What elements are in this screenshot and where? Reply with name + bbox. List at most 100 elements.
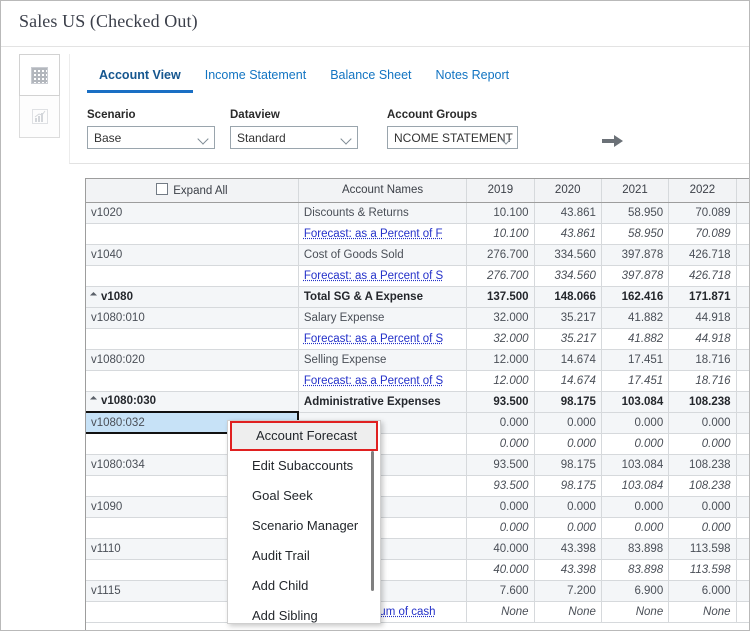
cell-value[interactable]: 113.598: [668, 559, 737, 581]
cell-value[interactable]: 113.598: [668, 538, 737, 560]
table-row[interactable]: v10900.0000.0000.0000.0000.0000.0000.000…: [86, 496, 749, 518]
cell-value[interactable]: 83.898: [601, 538, 670, 560]
cell-value[interactable]: 103.084: [601, 475, 670, 497]
cell-value[interactable]: 334.560: [534, 244, 602, 266]
table-row[interactable]: v1080:034 93.50098.175103.084108.2380.000…: [86, 454, 749, 476]
row-code-empty[interactable]: [86, 370, 299, 392]
account-grid[interactable]: Expand All Account Names 2019 2020 2021 …: [85, 178, 749, 630]
table-row[interactable]: v1080:020 Selling Expense 12.000 14.674 17.4…: [86, 349, 749, 371]
collapse-triangle-icon[interactable]: [89, 396, 98, 404]
table-row[interactable]: v111040.00043.39883.898113.598143.298146…: [86, 538, 749, 560]
cell-value[interactable]: 0.000: [736, 433, 749, 455]
apply-filters-button[interactable]: [601, 133, 625, 149]
cell-value[interactable]: 6.900: [601, 580, 670, 602]
cell-value[interactable]: 17.451: [601, 370, 670, 392]
cell-value[interactable]: 35.217: [534, 328, 602, 350]
row-account-code[interactable]: v1080:010: [86, 307, 299, 329]
cell-value[interactable]: 0.000: [736, 454, 749, 476]
forecast-link-text[interactable]: Forecast: as a Percent of S: [304, 375, 443, 387]
row-code-empty[interactable]: [86, 328, 299, 350]
cell-value[interactable]: 6.000: [668, 580, 737, 602]
cell-value[interactable]: 98.175: [534, 475, 602, 497]
cell-value[interactable]: 70.089: [668, 223, 737, 245]
cell-value[interactable]: None: [466, 601, 535, 623]
context-menu-item[interactable]: Goal Seek: [228, 481, 380, 511]
cell-value[interactable]: 41.882: [601, 328, 670, 350]
cell-value[interactable]: 40.000: [466, 559, 535, 581]
cell-value[interactable]: None: [601, 601, 670, 623]
context-menu-item[interactable]: Edit Subaccounts: [228, 451, 380, 481]
cell-value[interactable]: 40.000: [466, 538, 535, 560]
table-row[interactable]: v1080:030 Administrative Expenses 93.500 98…: [86, 391, 749, 413]
cell-value[interactable]: 57.000: [736, 265, 749, 287]
year-header-2019[interactable]: 2019: [466, 179, 535, 203]
cell-value[interactable]: 14.674: [534, 349, 602, 371]
cell-value[interactable]: 334.560: [534, 265, 602, 287]
cell-value[interactable]: 6.000: [736, 580, 749, 602]
cell-value[interactable]: 276.700: [466, 244, 535, 266]
cell-value[interactable]: 397.878: [601, 244, 670, 266]
cell-value[interactable]: 0.000: [736, 475, 749, 497]
table-row[interactable]: Forecast: :as sum of cashNoneNoneNoneNon…: [86, 601, 749, 623]
row-account-code[interactable]: v1080:030: [86, 391, 299, 413]
year-header-2020[interactable]: 2020: [534, 179, 602, 203]
cell-value[interactable]: None: [534, 601, 602, 623]
cell-value[interactable]: 0.000: [668, 412, 737, 434]
table-row[interactable]: v1080:0320.0000.0000.0000.0000.0000.0000…: [86, 411, 749, 434]
cell-value[interactable]: 103.084: [601, 391, 670, 413]
cell-value[interactable]: 19.670: [736, 349, 749, 371]
cell-value[interactable]: 7.200: [534, 580, 602, 602]
table-row[interactable]: Forecast: as a Percent of S 32.000 35.217 4…: [86, 328, 749, 350]
cell-value[interactable]: 0.000: [668, 433, 737, 455]
table-row[interactable]: Forecast: as a Percent of S 276.700 334.56…: [86, 265, 749, 287]
cell-value[interactable]: 108.238: [668, 475, 737, 497]
cell-value[interactable]: 98.175: [534, 454, 602, 476]
row-code-empty[interactable]: [86, 223, 299, 245]
year-header-2022[interactable]: 2022: [668, 179, 737, 203]
cell-value[interactable]: 7.600: [466, 580, 535, 602]
table-row[interactable]: v1080:010 Salary Expense 32.000 35.217 41.88…: [86, 307, 749, 329]
cell-value[interactable]: 98.175: [534, 391, 602, 413]
cell-value[interactable]: 12.000: [466, 349, 535, 371]
cell-value[interactable]: 162.416: [601, 286, 670, 308]
cell-value[interactable]: 0.000: [736, 496, 749, 518]
table-row[interactable]: v1020 Discounts & Returns 10.100 43.861 58.9…: [86, 202, 749, 224]
cell-value[interactable]: 180.526: [736, 286, 749, 308]
context-menu-scrollbar[interactable]: [371, 451, 374, 591]
cell-value[interactable]: 0.000: [736, 517, 749, 539]
cell-value[interactable]: 17.451: [601, 349, 670, 371]
forecast-link-text[interactable]: Forecast: as a Percent of S: [304, 270, 443, 282]
table-row[interactable]: 0.0000.0000.0000.0000.0000.0000.0000.000: [86, 433, 749, 455]
year-header-2021[interactable]: 2021: [601, 179, 670, 203]
cell-value[interactable]: 448.466: [736, 244, 749, 266]
cell-value[interactable]: 108.238: [668, 391, 737, 413]
row-code-empty[interactable]: [86, 265, 299, 287]
tab-balance-sheet[interactable]: Balance Sheet: [318, 68, 423, 93]
cell-value[interactable]: 70.089: [668, 202, 737, 224]
grid-view-button[interactable]: [19, 54, 60, 96]
cell-value[interactable]: None: [736, 601, 749, 623]
cell-value[interactable]: 43.861: [534, 223, 602, 245]
cell-value[interactable]: 0.000: [534, 517, 602, 539]
cell-value[interactable]: 18.716: [668, 370, 737, 392]
row-account-code[interactable]: v1020: [86, 202, 299, 224]
cell-value[interactable]: 44.918: [668, 328, 737, 350]
cell-value[interactable]: 90.000: [736, 559, 749, 581]
cell-value[interactable]: 0.000: [466, 433, 535, 455]
context-menu[interactable]: Account Forecast Edit Subaccounts Goal See…: [227, 420, 381, 624]
forecast-link-text[interactable]: Forecast: as a Percent of F: [304, 228, 443, 240]
table-row[interactable]: Forecast: as a Percent of S 12.000 14.674 1…: [86, 370, 749, 392]
cell-value[interactable]: 18.716: [668, 349, 737, 371]
cell-value[interactable]: 41.882: [601, 307, 670, 329]
cell-value[interactable]: 35.217: [534, 307, 602, 329]
dataview-select[interactable]: Standard: [230, 126, 358, 149]
cell-value[interactable]: 0.000: [534, 433, 602, 455]
cell-value[interactable]: None: [668, 601, 737, 623]
cell-value[interactable]: 276.700: [466, 265, 535, 287]
forecast-link[interactable]: Forecast: as a Percent of S: [298, 328, 468, 350]
scenario-select[interactable]: Base: [87, 126, 215, 149]
context-menu-item[interactable]: Account Forecast: [230, 421, 378, 451]
cell-value[interactable]: 171.871: [668, 286, 737, 308]
cell-value[interactable]: 10.000: [736, 223, 749, 245]
cell-value[interactable]: 32.000: [466, 307, 535, 329]
